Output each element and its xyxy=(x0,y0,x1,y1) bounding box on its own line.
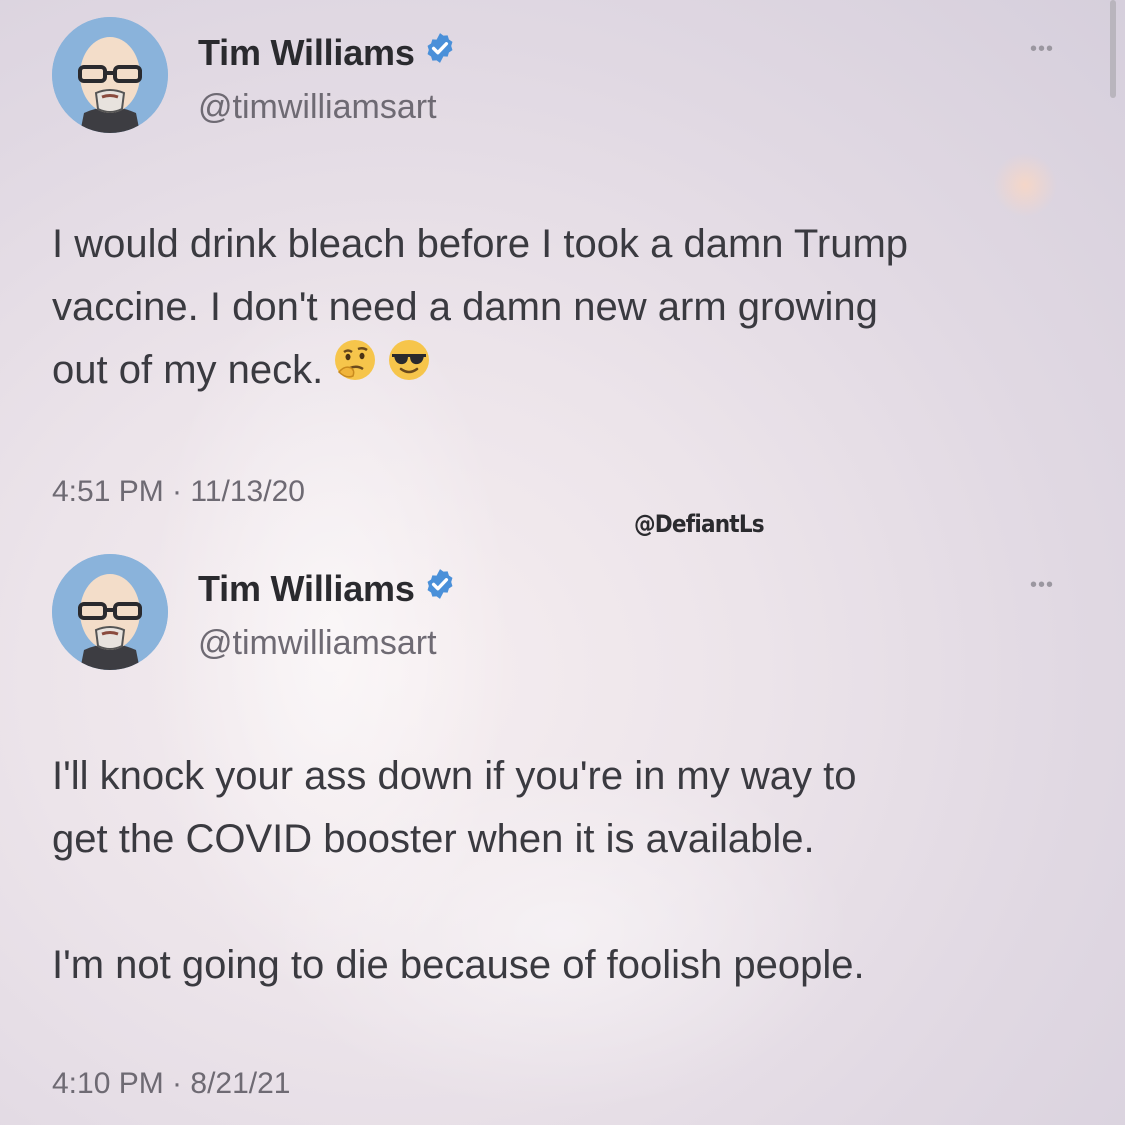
tweet-text-line: I'll knock your ass down if you're in my… xyxy=(52,754,857,798)
user-handle[interactable]: @timwilliamsart xyxy=(198,88,437,127)
tweet-text: I would drink bleach before I took a dam… xyxy=(52,213,1082,404)
verified-badge-icon xyxy=(423,31,457,74)
avatar[interactable] xyxy=(52,554,168,670)
display-name-text: Tim Williams xyxy=(198,568,415,609)
user-handle[interactable]: @timwilliamsart xyxy=(198,624,437,663)
tweet-text-line: vaccine. I don't need a damn new arm gro… xyxy=(52,285,878,329)
tweet-text-line-text: out of my neck. xyxy=(52,348,324,392)
tweet-text-line-last: out of my neck. xyxy=(52,339,1082,404)
smiling-face-with-sunglasses-icon xyxy=(387,338,431,401)
more-options-button[interactable]: ••• xyxy=(1030,38,1054,61)
tweet-timestamp[interactable]: 4:10 PM · 8/21/21 xyxy=(52,1067,290,1101)
tweet-text-line: get the COVID booster when it is availab… xyxy=(52,817,815,861)
display-name-text: Tim Williams xyxy=(198,32,415,73)
avatar[interactable] xyxy=(52,17,168,133)
display-name[interactable]: Tim Williams xyxy=(198,32,457,77)
avatar-illustration-icon xyxy=(52,554,168,670)
avatar-illustration-icon xyxy=(52,17,168,133)
tweet-text: I'll knock your ass down if you're in my… xyxy=(52,745,1082,997)
verified-badge-icon xyxy=(423,567,457,610)
tweet-text-line: I would drink bleach before I took a dam… xyxy=(52,222,909,266)
scrollbar[interactable] xyxy=(1110,0,1116,98)
tweet-text-line: I'm not going to die because of foolish … xyxy=(52,943,865,987)
watermark: @DefiantLs xyxy=(634,510,765,538)
display-name[interactable]: Tim Williams xyxy=(198,568,457,613)
more-options-button[interactable]: ••• xyxy=(1030,574,1054,597)
tweet-timestamp[interactable]: 4:51 PM · 11/13/20 xyxy=(52,475,305,509)
thinking-face-icon xyxy=(333,338,377,401)
